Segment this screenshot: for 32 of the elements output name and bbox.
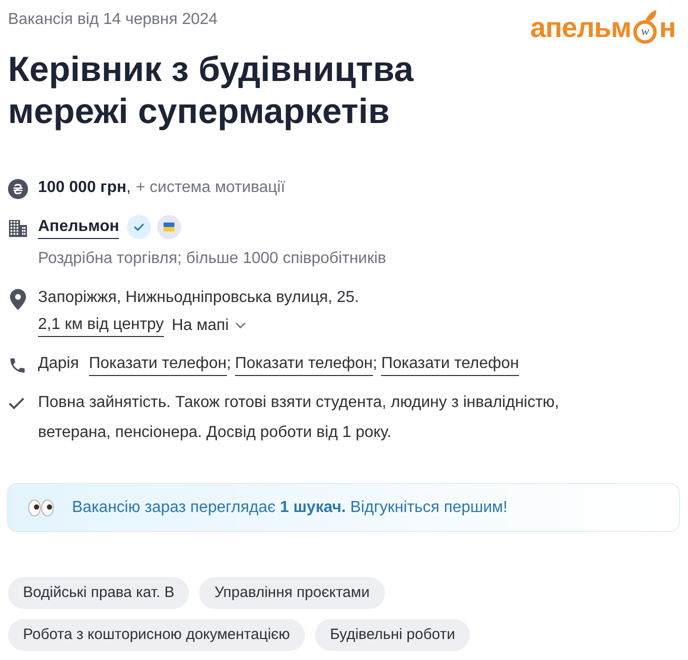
contact-name: Дарія bbox=[38, 354, 79, 374]
logo-text: апельм bbox=[530, 12, 632, 44]
employment-conditions: Повна зайнятість. Також готові взяти студента, людину з інвалідністю, ветерана, пенсіонера. Досвід роботи від 1 року. bbox=[38, 393, 560, 443]
chevron-down-icon bbox=[234, 322, 246, 329]
building-icon bbox=[8, 218, 28, 238]
skill-tag: Будівельні роботи bbox=[314, 619, 470, 651]
eyes-icon bbox=[28, 498, 54, 516]
currency-coin-icon bbox=[8, 179, 28, 199]
map-pin-icon bbox=[10, 289, 26, 310]
alert-message: Вакансію зараз переглядає 1 шукач. Відгукніться першим! bbox=[72, 498, 508, 518]
address-text: Запоріжжя, Нижньодніпровська вулиця, 25. bbox=[38, 288, 360, 308]
salary-amount: 100 000 грн bbox=[38, 178, 126, 198]
salary-separator: , bbox=[126, 178, 131, 198]
posted-date: Вакансія від 14 червня 2024 bbox=[8, 10, 218, 30]
skill-tag: Управління проєктами bbox=[199, 577, 385, 609]
show-phone-link[interactable]: Показати телефон bbox=[381, 353, 519, 376]
skill-tag: Робота з кошторисною документацією bbox=[8, 619, 305, 651]
phone-separator: ; bbox=[372, 354, 378, 374]
phone-icon bbox=[8, 356, 27, 375]
show-phone-link[interactable]: Показати телефон bbox=[88, 353, 227, 376]
map-toggle-button[interactable]: На мапі bbox=[172, 314, 246, 336]
company-details: Роздрібна торгівля; більше 1000 співробітників bbox=[38, 249, 386, 269]
show-phone-link[interactable]: Показати телефон bbox=[235, 353, 373, 376]
job-title: Керівник з будівництва мережі супермаркетів bbox=[8, 49, 415, 133]
logo-fruit-mark: w bbox=[632, 10, 658, 44]
logo-text: н bbox=[659, 12, 676, 44]
salary-bonus: + система мотивації bbox=[136, 178, 286, 198]
check-icon bbox=[8, 397, 25, 410]
skill-tag: Водійські права кат. B bbox=[8, 577, 190, 609]
distance-link[interactable]: 2,1 км від центру bbox=[38, 314, 164, 337]
company-link[interactable]: Апельмон bbox=[38, 216, 120, 238]
phone-separator: ; bbox=[226, 354, 232, 374]
